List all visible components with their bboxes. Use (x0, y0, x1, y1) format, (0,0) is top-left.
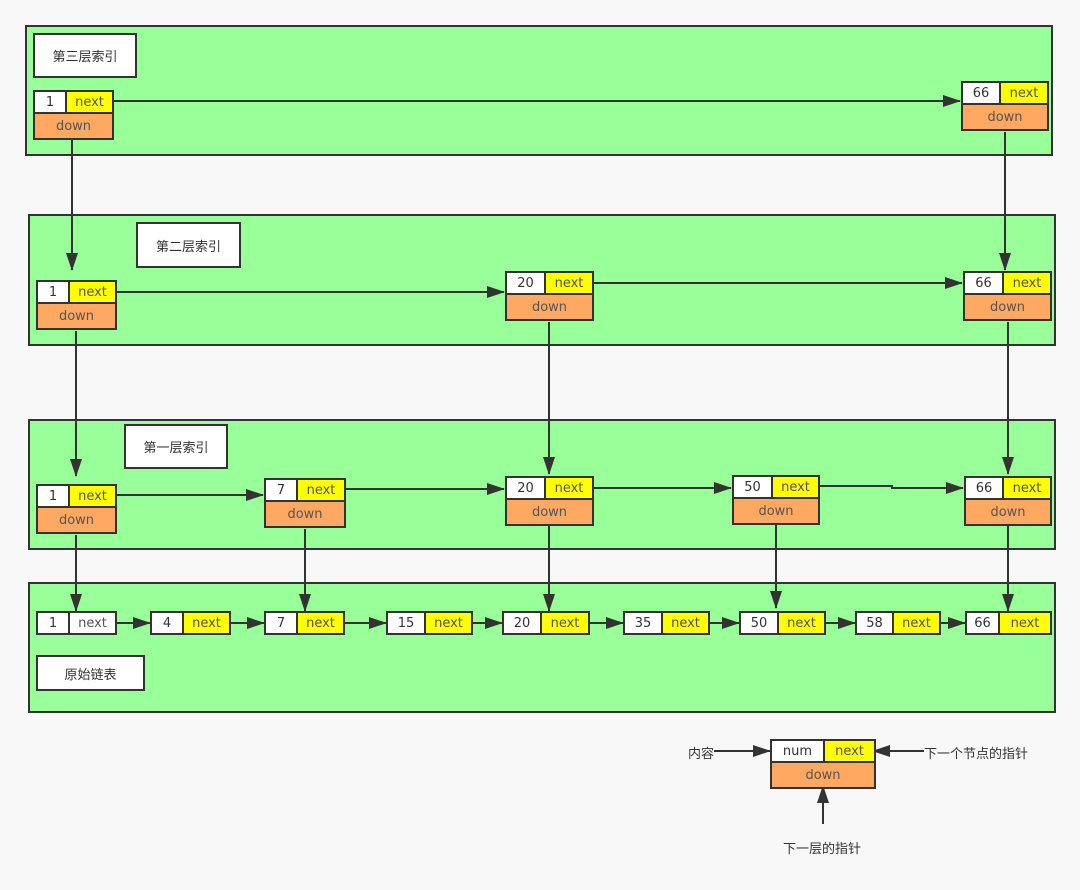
legend-next-field: next (825, 741, 874, 761)
node-num: 35 (625, 613, 663, 633)
layer-2-title: 第二层索引 (136, 222, 241, 268)
index-node: 20 next down (505, 271, 594, 321)
node-down-field: down (963, 103, 1047, 129)
node-next-field: next (1004, 273, 1050, 293)
node-next-field: next (1000, 613, 1050, 633)
node-down-field: down (38, 506, 115, 532)
node-next-field: next (70, 486, 115, 506)
node-num: 1 (35, 92, 67, 112)
index-node: 20 next down (505, 476, 594, 526)
node-next-field: next (546, 273, 592, 293)
original-list-title: 原始链表 (36, 655, 145, 691)
list-node: 4 next (150, 611, 231, 635)
node-num: 20 (504, 613, 542, 633)
index-node: 66 next down (961, 81, 1049, 131)
node-num: 7 (266, 613, 298, 633)
node-next-field: next (546, 478, 592, 498)
index-node: 7 next down (264, 478, 346, 528)
index-node: 1 next down (36, 280, 117, 330)
node-num: 20 (507, 478, 546, 498)
list-node: 66 next (965, 611, 1052, 635)
node-down-field: down (38, 302, 115, 328)
node-num: 20 (507, 273, 546, 293)
list-node: 1 next (36, 611, 117, 635)
node-next-field: next (70, 282, 115, 302)
node-next-field: next (70, 613, 115, 633)
node-down-field: down (965, 293, 1050, 319)
layer-3-title: 第三层索引 (33, 33, 137, 78)
legend-down-field: down (772, 761, 874, 787)
index-node: 50 next down (732, 475, 820, 525)
node-next-field: next (663, 613, 708, 633)
list-node: 7 next (264, 611, 345, 635)
node-down-field: down (734, 497, 818, 523)
node-num: 1 (38, 613, 70, 633)
node-down-field: down (35, 112, 112, 138)
node-num: 7 (266, 480, 298, 500)
legend-next-pointer-label: 下一个节点的指针 (924, 747, 1029, 762)
legend-down-pointer-label: 下一层的指针 (783, 842, 862, 857)
node-num: 58 (857, 613, 894, 633)
layer-1-title: 第一层索引 (124, 424, 228, 469)
legend-num-field: num (772, 741, 825, 761)
index-node: 1 next down (36, 484, 117, 534)
node-next-field: next (894, 613, 939, 633)
node-next-field: next (426, 613, 471, 633)
node-num: 1 (38, 486, 70, 506)
list-node: 58 next (855, 611, 941, 635)
node-next-field: next (298, 480, 344, 500)
node-num: 66 (963, 83, 1001, 103)
node-next-field: next (542, 613, 588, 633)
node-num: 15 (388, 613, 426, 633)
node-num: 50 (741, 613, 779, 633)
node-next-field: next (1004, 478, 1050, 498)
node-num: 66 (967, 613, 1000, 633)
node-num: 50 (734, 477, 773, 497)
legend-node: num next down (770, 739, 876, 789)
list-node: 15 next (386, 611, 473, 635)
node-down-field: down (966, 498, 1050, 524)
node-num: 1 (38, 282, 70, 302)
node-down-field: down (266, 500, 344, 526)
node-num: 66 (966, 478, 1004, 498)
original-list-panel (28, 582, 1056, 713)
layer-3-panel (25, 25, 1053, 156)
index-node: 66 next down (964, 476, 1052, 526)
index-node: 1 next down (33, 90, 114, 140)
node-down-field: down (507, 293, 592, 319)
legend-content-label: 内容 (688, 747, 715, 762)
node-down-field: down (507, 498, 592, 524)
node-next-field: next (779, 613, 824, 633)
node-next-field: next (1001, 83, 1047, 103)
index-node: 66 next down (963, 271, 1052, 321)
list-node: 50 next (739, 611, 826, 635)
node-next-field: next (773, 477, 818, 497)
node-num: 4 (152, 613, 184, 633)
list-node: 20 next (502, 611, 590, 635)
node-num: 66 (965, 273, 1004, 293)
list-node: 35 next (623, 611, 710, 635)
node-next-field: next (67, 92, 112, 112)
node-next-field: next (184, 613, 229, 633)
node-next-field: next (298, 613, 343, 633)
